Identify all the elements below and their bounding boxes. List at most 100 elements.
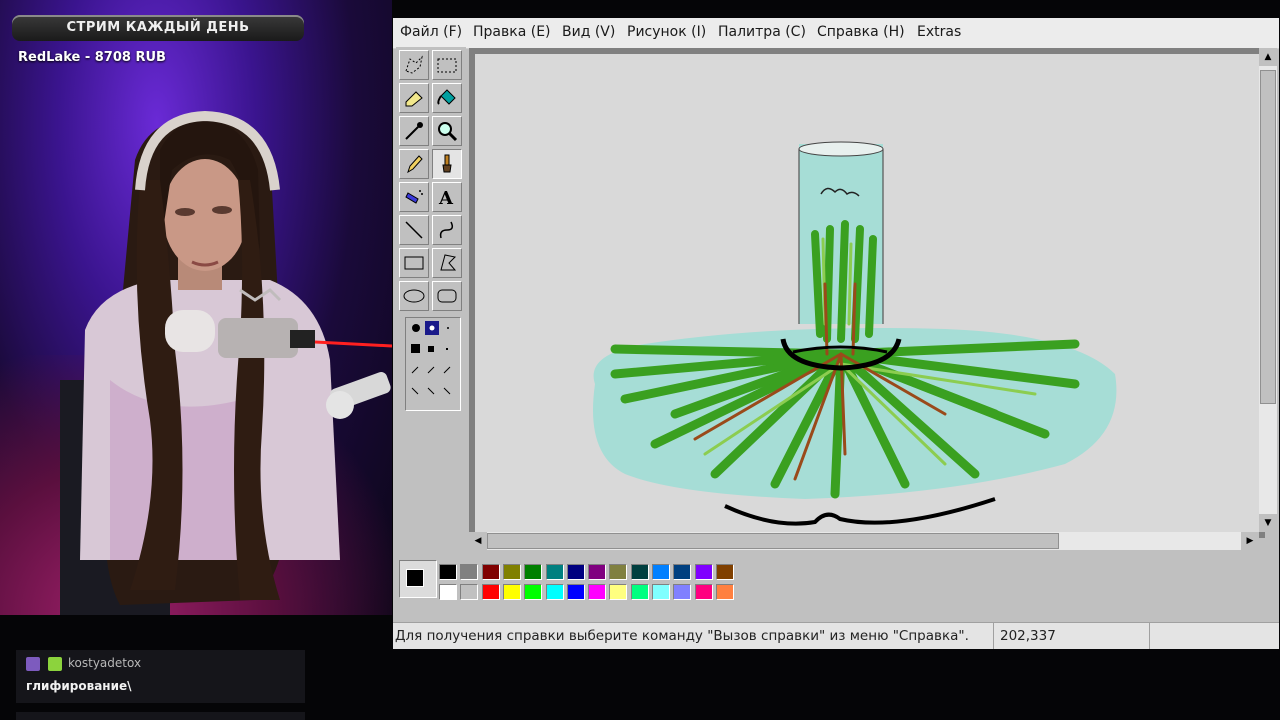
rectangle-icon <box>404 256 424 270</box>
chat-username: kostyadetox <box>68 656 142 670</box>
color-swatch[interactable] <box>524 584 543 600</box>
chat-text: глифирование\ <box>26 679 132 693</box>
chat-message: kostyadetox глифирование\ <box>16 650 305 703</box>
free-select-tool[interactable] <box>399 50 429 80</box>
status-help-text: Для получения справки выберите команду "… <box>395 628 969 644</box>
twitch-icon <box>26 657 40 671</box>
color-swatch[interactable] <box>609 564 628 580</box>
status-bar: Для получения справки выберите команду "… <box>393 622 1279 649</box>
drawing-canvas[interactable] <box>475 54 1259 532</box>
rounded-rect-icon <box>437 289 457 303</box>
vertical-scroll-thumb[interactable] <box>1260 70 1276 404</box>
ellipse-icon <box>403 289 425 303</box>
horizontal-scrollbar[interactable]: ◀ ▶ <box>469 532 1259 550</box>
fill-tool[interactable] <box>432 83 462 113</box>
rect-select-icon <box>437 58 457 73</box>
color-swatch[interactable] <box>566 564 585 580</box>
coordinates-value: 202,337 <box>1000 628 1056 644</box>
menu-view[interactable]: Вид (V) <box>562 24 615 40</box>
scroll-up-icon[interactable]: ▲ <box>1259 48 1277 66</box>
drawing-image <box>593 141 1117 526</box>
ellipse-tool[interactable] <box>399 281 429 311</box>
color-swatch[interactable] <box>566 584 585 600</box>
chat-next-message <box>16 712 305 720</box>
donation-label: RedLake - 8708 RUB <box>18 50 166 65</box>
scroll-down-icon[interactable]: ▼ <box>1259 514 1277 532</box>
color-swatch[interactable] <box>715 584 734 600</box>
status-selection-size <box>1149 623 1280 649</box>
color-swatch[interactable] <box>545 564 564 580</box>
current-colors[interactable] <box>399 560 437 598</box>
polygon-tool[interactable] <box>432 248 462 278</box>
curve-icon <box>439 221 454 239</box>
magnifier-tool[interactable] <box>432 116 462 146</box>
paint-window: Файл (F) Правка (E) Вид (V) Рисунок (I) … <box>393 18 1279 649</box>
streamer-image <box>60 110 392 615</box>
color-palette <box>393 555 1279 613</box>
color-swatch[interactable] <box>481 584 500 600</box>
airbrush-icon <box>405 190 423 204</box>
color-swatch[interactable] <box>652 584 670 600</box>
free-select-icon <box>405 55 423 74</box>
brush-icon <box>442 154 452 173</box>
stream-alert-banner: СТРИМ КАЖДЫЙ ДЕНЬ <box>12 15 304 41</box>
color-swatch[interactable] <box>694 564 713 580</box>
rect-select-tool[interactable] <box>432 50 462 80</box>
color-swatch[interactable] <box>673 584 692 600</box>
menu-bar: Файл (F) Правка (E) Вид (V) Рисунок (I) … <box>393 18 1279 49</box>
toolbox: A <box>396 47 466 411</box>
svg-text:A: A <box>438 188 454 209</box>
horizontal-scroll-thumb[interactable] <box>487 533 1059 549</box>
menu-image[interactable]: Рисунок (I) <box>627 24 706 40</box>
line-icon <box>405 221 423 239</box>
color-swatch[interactable] <box>439 564 457 580</box>
scroll-left-icon[interactable]: ◀ <box>469 532 487 550</box>
eraser-tool[interactable] <box>399 83 429 113</box>
canvas-area <box>469 48 1265 538</box>
color-swatch[interactable] <box>460 584 479 600</box>
color-swatch[interactable] <box>481 564 500 580</box>
rounded-rect-tool[interactable] <box>432 281 462 311</box>
color-swatch[interactable] <box>652 564 670 580</box>
webcam-feed: СТРИМ КАЖДЫЙ ДЕНЬ RedLake - 8708 RUB <box>0 0 392 615</box>
color-swatch[interactable] <box>715 564 734 580</box>
menu-help[interactable]: Справка (H) <box>817 24 905 40</box>
eraser-icon <box>405 91 423 107</box>
menu-palette[interactable]: Палитра (C) <box>718 24 806 40</box>
color-swatch[interactable] <box>502 584 521 600</box>
color-swatch[interactable] <box>439 584 457 600</box>
polygon-icon <box>440 254 457 271</box>
magnifier-icon <box>438 122 458 142</box>
line-tool[interactable] <box>399 215 429 245</box>
menu-edit[interactable]: Правка (E) <box>473 24 551 40</box>
vertical-scrollbar[interactable]: ▲ ▼ <box>1259 48 1277 532</box>
color-swatch[interactable] <box>673 564 692 580</box>
color-swatch[interactable] <box>694 584 713 600</box>
color-swatch[interactable] <box>588 584 607 600</box>
pencil-tool[interactable] <box>399 149 429 179</box>
color-swatch[interactable] <box>630 564 649 580</box>
airbrush-tool[interactable] <box>399 182 429 212</box>
brush-shape-options[interactable] <box>405 317 461 411</box>
rectangle-tool[interactable] <box>399 248 429 278</box>
color-swatch[interactable] <box>588 564 607 580</box>
scroll-right-icon[interactable]: ▶ <box>1241 532 1259 550</box>
color-picker-tool[interactable] <box>399 116 429 146</box>
brush-tool[interactable] <box>432 149 462 179</box>
color-swatch[interactable] <box>630 584 649 600</box>
text-tool[interactable]: A <box>432 182 462 212</box>
cursor-coordinates: 202,337 <box>993 623 1144 649</box>
pencil-icon <box>407 155 423 174</box>
menu-file[interactable]: Файл (F) <box>400 24 462 40</box>
menu-extras[interactable]: Extras <box>917 24 961 40</box>
color-swatch[interactable] <box>545 584 564 600</box>
text-icon: A <box>438 188 454 209</box>
color-swatch[interactable] <box>460 564 479 580</box>
fill-icon <box>437 89 456 105</box>
color-swatch[interactable] <box>609 584 628 600</box>
curve-tool[interactable] <box>432 215 462 245</box>
brush-shapes-icon <box>411 321 451 395</box>
foreground-color <box>406 569 424 587</box>
color-swatch[interactable] <box>524 564 543 580</box>
color-swatch[interactable] <box>502 564 521 580</box>
